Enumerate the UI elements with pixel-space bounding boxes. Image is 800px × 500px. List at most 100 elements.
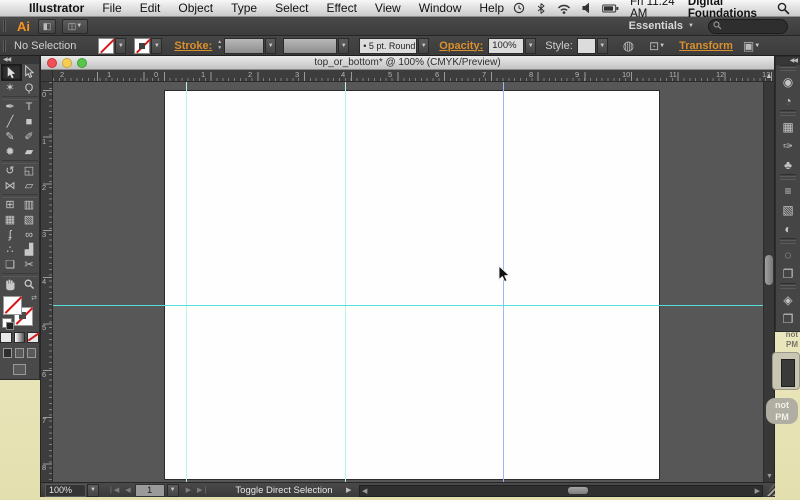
eyedropper-tool[interactable]: ʄ	[1, 228, 20, 243]
volume-icon[interactable]	[582, 2, 591, 14]
line-segment-tool[interactable]: ╱	[1, 115, 20, 130]
stroke-dropdown[interactable]: ▼	[151, 38, 162, 54]
horizontal-scroll-thumb[interactable]	[568, 487, 588, 494]
hand-tool[interactable]	[1, 277, 20, 292]
shape-builder-tool[interactable]: ⊞	[1, 198, 20, 213]
scroll-right-arrow[interactable]: ▶	[755, 487, 760, 495]
rectangle-tool[interactable]: ■	[20, 115, 39, 130]
dock-group-grip[interactable]	[780, 283, 796, 290]
menu-edit[interactable]: Edit	[131, 1, 170, 15]
guide[interactable]	[53, 305, 763, 306]
style-dropdown[interactable]: ▼	[597, 38, 608, 54]
align-options-dropdown[interactable]: ▼	[754, 43, 760, 49]
fill-color-swatch[interactable]	[3, 296, 22, 315]
width-profile-field[interactable]	[283, 38, 337, 54]
gradient-button[interactable]	[14, 332, 26, 343]
appearance-panel-icon[interactable]: ◌	[776, 245, 800, 264]
symbol-sprayer-tool[interactable]: ∴	[1, 243, 20, 258]
next-artboard-button[interactable]: ▶	[183, 486, 194, 494]
select-similar-icon[interactable]: ⊡	[649, 40, 659, 52]
mesh-tool[interactable]: ▦	[1, 213, 20, 228]
first-artboard-button[interactable]: ❘◀	[105, 486, 122, 494]
swatches-panel-icon[interactable]: ▦	[776, 117, 800, 136]
transform-link[interactable]: Transform	[679, 40, 733, 52]
symbols-panel-icon[interactable]: ♣	[776, 155, 800, 174]
stroke-swatch[interactable]	[134, 38, 150, 54]
menu-window[interactable]: Window	[410, 1, 471, 15]
magic-wand-tool[interactable]: ✶	[1, 81, 20, 96]
draw-behind-mode-button[interactable]	[15, 348, 24, 358]
artboard-number-dropdown[interactable]: ▼	[167, 484, 179, 497]
workspace-switcher[interactable]: Essentials ▼	[629, 20, 694, 32]
wifi-icon[interactable]	[557, 3, 571, 14]
menu-view[interactable]: View	[366, 1, 410, 15]
document-title-bar[interactable]: top_or_bottom* @ 100% (CMYK/Preview)	[41, 56, 774, 70]
width-profile-dropdown[interactable]: ▼	[338, 38, 349, 54]
width-tool[interactable]: ⋈	[1, 179, 20, 194]
stroke-weight-dropdown[interactable]: ▼	[265, 38, 276, 54]
pen-tool[interactable]: ✒	[1, 100, 20, 115]
paintbrush-tool[interactable]: ✎	[1, 130, 20, 145]
draw-inside-mode-button[interactable]	[27, 348, 36, 358]
menu-help[interactable]: Help	[470, 1, 513, 15]
brushes-panel-icon[interactable]: ✑	[776, 136, 800, 155]
zoom-level-dropdown[interactable]: ▼	[87, 484, 99, 497]
previous-artboard-button[interactable]: ◀	[122, 486, 133, 494]
color-panel-icon[interactable]: ◉	[776, 72, 800, 91]
direct-selection-tool[interactable]	[20, 64, 39, 79]
none-button[interactable]	[27, 332, 39, 343]
artboards-panel-icon[interactable]: ❒	[776, 309, 800, 328]
gradient-panel-icon[interactable]: ▧	[776, 200, 800, 219]
vertical-scroll-thumb[interactable]	[765, 255, 773, 285]
arrange-documents-button[interactable]: ◫▼	[62, 19, 88, 34]
menu-object[interactable]: Object	[169, 1, 222, 15]
horizontal-scrollbar[interactable]: ◀ ▶	[359, 485, 763, 497]
eraser-tool[interactable]: ▰	[20, 145, 39, 160]
slice-tool[interactable]: ✂	[20, 258, 39, 273]
dock-group-grip[interactable]	[780, 65, 796, 72]
recolor-artwork-icon[interactable]: ◍	[623, 39, 634, 52]
menu-select[interactable]: Select	[266, 1, 317, 15]
vertical-ruler[interactable]: 012345678	[41, 82, 53, 482]
brush-definition-field[interactable]: • 5 pt. Round	[359, 38, 417, 54]
selection-tool[interactable]	[1, 64, 22, 81]
menu-file[interactable]: File	[93, 1, 130, 15]
spotlight-icon[interactable]	[777, 2, 790, 15]
bluetooth-icon[interactable]	[536, 2, 546, 15]
stroke-panel-icon[interactable]: ≡	[776, 181, 800, 200]
scroll-up-arrow[interactable]: ▲	[764, 70, 774, 82]
style-swatch[interactable]	[577, 38, 596, 54]
time-machine-icon[interactable]	[513, 2, 525, 14]
fill-swatch[interactable]	[98, 38, 114, 54]
zoom-level-field[interactable]: 100%	[45, 484, 86, 497]
color-guide-panel-icon[interactable]: ◔	[776, 91, 800, 110]
status-popup-arrow[interactable]: ▶	[346, 486, 351, 494]
align-options-icon[interactable]: ▣	[743, 40, 754, 52]
menu-type[interactable]: Type	[222, 1, 266, 15]
screen-mode-button[interactable]	[13, 364, 26, 375]
scroll-left-arrow[interactable]: ◀	[362, 487, 367, 495]
layers-panel-icon[interactable]: ◈	[776, 290, 800, 309]
opacity-dropdown[interactable]: ▼	[525, 38, 536, 54]
guide[interactable]	[186, 82, 187, 482]
fill-dropdown[interactable]: ▼	[115, 38, 126, 54]
battery-icon[interactable]	[602, 3, 619, 14]
pencil-tool[interactable]: ✐	[20, 130, 39, 145]
blob-brush-tool[interactable]: ✹	[1, 145, 20, 160]
rotate-tool[interactable]: ↺	[1, 164, 20, 179]
tools-panel-collapse[interactable]: ◀◀	[0, 56, 39, 64]
gradient-tool[interactable]: ▧	[20, 213, 39, 228]
default-fill-stroke-icon[interactable]	[2, 318, 12, 328]
graphic-styles-panel-icon[interactable]: ❐	[776, 264, 800, 283]
opacity-field[interactable]: 100%	[488, 38, 524, 54]
stroke-link[interactable]: Stroke:	[174, 40, 212, 52]
color-button[interactable]	[0, 332, 12, 343]
type-tool[interactable]: T	[20, 100, 39, 115]
stroke-weight-field[interactable]	[224, 38, 264, 54]
zoom-tool[interactable]	[20, 277, 39, 292]
draw-normal-mode-button[interactable]	[3, 348, 12, 358]
horizontal-ruler[interactable]: 21012345678910111213	[53, 70, 774, 82]
dock-collapse[interactable]: ◀◀	[776, 57, 800, 65]
artboard-tool[interactable]: ❏	[1, 258, 20, 273]
guide[interactable]	[345, 82, 346, 482]
